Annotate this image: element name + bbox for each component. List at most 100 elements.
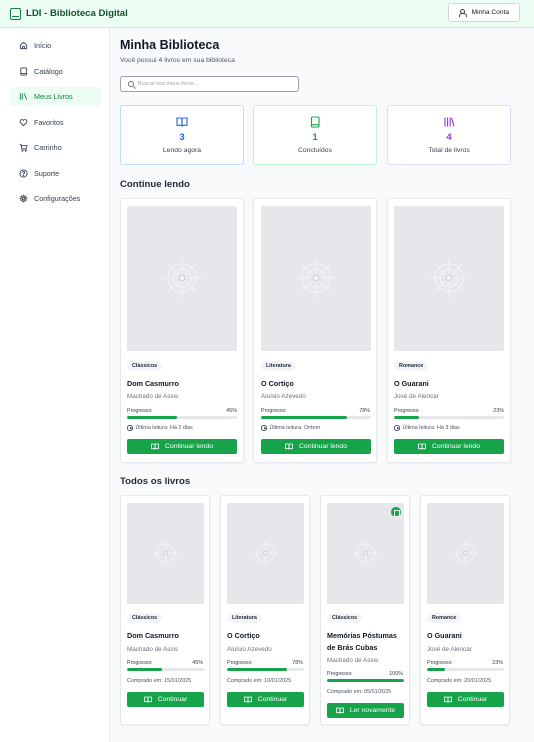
last-read-text: Última leitura: Ontem (269, 425, 321, 431)
book-icon (310, 116, 320, 128)
sidebar-item-carrinho[interactable]: Carrinho (10, 138, 101, 157)
continue-reading-button[interactable]: Continuar lendo (127, 439, 237, 454)
category-badge: Literatura (261, 361, 296, 371)
continue-card: Romance O Guarani José de Alencar Progre… (387, 198, 511, 463)
heart-icon (19, 118, 28, 126)
continue-button[interactable]: Continuar (227, 692, 304, 707)
continue-reading-button[interactable]: Continuar lendo (394, 439, 504, 454)
last-read: Última leitura: Há 3 dias (394, 425, 460, 431)
book-cover (394, 206, 504, 351)
book-title: O Guarani (427, 631, 462, 640)
progress-fill (127, 416, 177, 419)
app-title: LDI - Biblioteca Digital (26, 8, 128, 19)
last-read: Última leitura: Há 2 dias (127, 425, 193, 431)
cart-icon (19, 143, 28, 152)
book-author: Machado de Assis (327, 657, 379, 664)
progress-fill (261, 416, 347, 419)
book-open-icon (285, 443, 293, 450)
book-title: O Guarani (394, 379, 429, 388)
progress-fill (227, 668, 288, 671)
book-title: O Cortiço (261, 379, 294, 388)
section-title-continue: Continue lendo (120, 179, 190, 190)
image-placeholder-icon (162, 258, 202, 298)
sidebar-item-label: Suporte (34, 168, 60, 178)
page-title: Minha Biblioteca (120, 38, 220, 52)
sidebar-item-meus-livros[interactable]: Meus Livros (10, 87, 101, 106)
book-open-icon (176, 117, 188, 127)
sidebar-item-catalogo[interactable]: Catálogo (10, 62, 101, 81)
progress-value: 23% (492, 660, 503, 666)
progress-label: Progresso (394, 408, 419, 414)
progress-value: 45% (226, 408, 237, 414)
continue-button[interactable]: Continuar (427, 692, 504, 707)
progress-label: Progresso (261, 408, 286, 414)
book-open-icon (443, 696, 452, 703)
sidebar-item-label: Início (34, 41, 52, 50)
progress-label: Progresso (227, 660, 252, 666)
stat-value: 4 (446, 132, 452, 143)
main-content: Minha Biblioteca Você possui 4 livros em… (110, 28, 534, 742)
book-card: Romance O Guarani José de Alencar Progre… (420, 495, 510, 725)
continue-button[interactable]: Continuar (127, 692, 204, 707)
book-cover (427, 503, 504, 604)
button-label: Continuar (157, 696, 188, 703)
gear-icon (19, 194, 28, 203)
progress-bar (261, 416, 371, 419)
progress-fill (394, 416, 420, 419)
category-badge: Clássicos (127, 361, 163, 371)
image-placeholder-icon (296, 258, 336, 298)
purchase-date: Comprado em: 20/01/2025 (427, 678, 492, 684)
button-label: Continuar lendo (299, 443, 347, 450)
book-cover (327, 503, 404, 604)
progress-value: 78% (292, 660, 303, 666)
progress-bar (227, 668, 304, 671)
purchase-date: Comprado em: 15/01/2025 (127, 678, 192, 684)
progress-value: 78% (359, 408, 370, 414)
account-button[interactable]: Minha Conta (447, 3, 520, 22)
home-icon (19, 41, 28, 50)
search-input[interactable] (138, 81, 298, 87)
top-header: LDI - Biblioteca Digital Minha Conta (0, 0, 534, 28)
sidebar-item-suporte[interactable]: Suporte (10, 164, 101, 183)
sidebar-item-favoritos[interactable]: Favoritos (10, 113, 101, 132)
image-placeholder-icon (453, 541, 478, 565)
image-placeholder-icon (253, 541, 278, 565)
button-label: Continuar lendo (432, 443, 480, 450)
button-label: Continuar (457, 696, 488, 703)
progress-bar (327, 679, 404, 682)
read-again-button[interactable]: Ler novamente (327, 703, 404, 718)
sidebar-item-label: Favoritos (34, 117, 64, 127)
user-icon (458, 8, 467, 17)
book-icon (20, 66, 28, 76)
library-icon (19, 93, 28, 100)
help-circle-icon (19, 168, 28, 178)
category-badge: Romance (394, 361, 429, 371)
button-label: Continuar (257, 696, 288, 703)
book-author: Aluísio Azevedo (227, 646, 272, 653)
progress-label: Progresso (127, 408, 152, 414)
progress-bar (394, 416, 504, 419)
stat-value: 3 (179, 132, 185, 143)
progress-value: 45% (192, 660, 203, 666)
continue-reading-button[interactable]: Continuar lendo (261, 439, 371, 454)
progress-bar (127, 668, 204, 671)
category-badge: Romance (427, 613, 462, 623)
clock-icon (261, 425, 267, 431)
sidebar-item-configuracoes[interactable]: Configurações (10, 189, 101, 208)
button-label: Continuar lendo (165, 443, 213, 450)
book-cover (227, 503, 304, 604)
book-open-icon (335, 707, 344, 714)
continue-card: Literatura O Cortiço Aluísio Azevedo Pro… (253, 198, 377, 463)
purchase-date: Comprado em: 05/01/2025 (327, 689, 392, 695)
search-icon (128, 81, 134, 87)
book-cover (127, 503, 204, 604)
progress-label: Progresso (127, 660, 152, 666)
book-title: Dom Casmurro (127, 631, 179, 640)
book-card: Clássicos Memórias Póstumas de Brás Cuba… (320, 495, 410, 725)
sidebar-item-inicio[interactable]: Início (10, 36, 101, 55)
image-placeholder-icon (353, 541, 378, 565)
button-label: Ler novamente (349, 707, 396, 714)
sidebar: Início Catálogo Meus Livros Favoritos Ca… (0, 28, 110, 742)
progress-bar (427, 668, 504, 671)
book-author: Aluísio Azevedo (261, 393, 306, 400)
